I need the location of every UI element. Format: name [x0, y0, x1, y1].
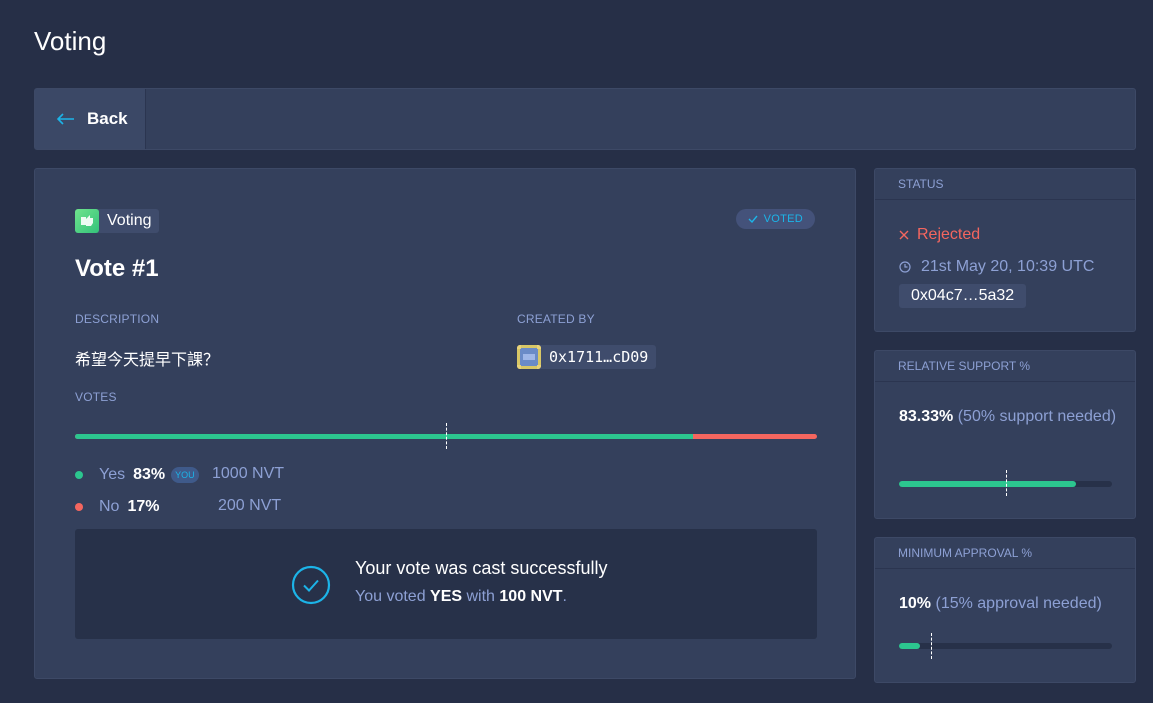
votes-label: VOTES [75, 390, 117, 404]
success-sub-mid: with [462, 588, 500, 605]
status-rejected: Rejected [899, 226, 980, 244]
yes-stake: 1000 NVT [212, 465, 285, 482]
close-icon [899, 230, 909, 240]
yes-dot-icon [75, 471, 83, 479]
top-bar: Back [34, 88, 1136, 150]
relative-support-header: RELATIVE SUPPORT % [875, 351, 1135, 382]
voted-badge: VOTED [735, 209, 815, 229]
check-icon [748, 215, 758, 223]
you-badge: YOU [171, 467, 199, 483]
status-time: 21st May 20, 10:39 UTC [899, 258, 1094, 276]
relative-support-card: RELATIVE SUPPORT % 83.33% (50% support n… [874, 350, 1136, 519]
vote-option-no: No 17% [75, 497, 159, 517]
success-subtitle: You voted YES with 100 NVT. [355, 588, 567, 606]
status-header: STATUS [875, 169, 1135, 200]
minimum-approval-required-marker [930, 633, 932, 659]
success-title: Your vote was cast successfully [355, 558, 608, 578]
relative-support-progress-fill [899, 481, 1077, 487]
vote-option-yes: Yes 83% YOU [75, 465, 199, 485]
success-sub-prefix: You voted [355, 588, 431, 605]
description-label: DESCRIPTION [75, 312, 160, 326]
no-percent: 17% [127, 498, 160, 515]
identicon-avatar [517, 345, 541, 369]
status-time-text: 21st May 20, 10:39 UTC [921, 258, 1095, 275]
relative-support-value: 83.33% [899, 408, 954, 425]
success-sub-suffix: . [562, 588, 567, 605]
minimum-approval-text: 10% (15% approval needed) [899, 592, 1119, 616]
app-badge[interactable]: Voting [75, 209, 160, 233]
voted-choice: YES [430, 588, 463, 605]
app-name: Voting [107, 212, 152, 229]
minimum-approval-value: 10% [899, 595, 932, 612]
page-title: Voting [34, 26, 107, 56]
arrow-left-icon [57, 113, 74, 125]
vote-title: Vote #1 [75, 255, 159, 282]
created-by-label: CREATED BY [517, 312, 595, 326]
check-circle-icon [291, 565, 331, 605]
clock-icon [899, 261, 911, 273]
transaction-hash-badge[interactable]: 0x04c7…5a32 [899, 284, 1027, 308]
minimum-approval-note: (15% approval needed) [935, 595, 1102, 612]
description-text: 希望今天提早下課？ [75, 350, 220, 369]
no-stake: 200 NVT [218, 497, 282, 514]
minimum-approval-card: MINIMUM APPROVAL % 10% (15% approval nee… [874, 537, 1136, 683]
relative-support-note: (50% support needed) [957, 408, 1117, 425]
vote-success-box: Your vote was cast successfully You vote… [75, 529, 817, 639]
creator-badge[interactable]: 0x1711…cD09 [517, 345, 657, 369]
voted-label: VOTED [763, 213, 803, 225]
creator-address: 0x1711…cD09 [549, 348, 649, 366]
minimum-approval-header: MINIMUM APPROVAL % [875, 538, 1135, 569]
no-label: No [99, 498, 120, 515]
yes-label: Yes [99, 466, 126, 483]
relative-support-text: 83.33% (50% support needed) [899, 405, 1119, 429]
relative-support-required-marker [1005, 470, 1007, 496]
minimum-approval-progress-fill [899, 643, 921, 649]
voting-app-icon [75, 209, 99, 233]
no-dot-icon [75, 503, 83, 511]
voted-amount: 100 NVT [499, 588, 563, 605]
status-card: STATUS Rejected 21st May 20, 10:39 UTC 0… [874, 168, 1136, 332]
back-label: Back [87, 109, 128, 128]
votes-bar-yes-fill [75, 434, 694, 439]
back-button[interactable]: Back [35, 89, 146, 149]
yes-percent: 83% [133, 466, 166, 483]
support-required-marker [446, 423, 447, 449]
status-text: Rejected [917, 226, 981, 243]
vote-detail-card: Voting VOTED Vote #1 DESCRIPTION 希望今天提早下… [34, 168, 856, 679]
